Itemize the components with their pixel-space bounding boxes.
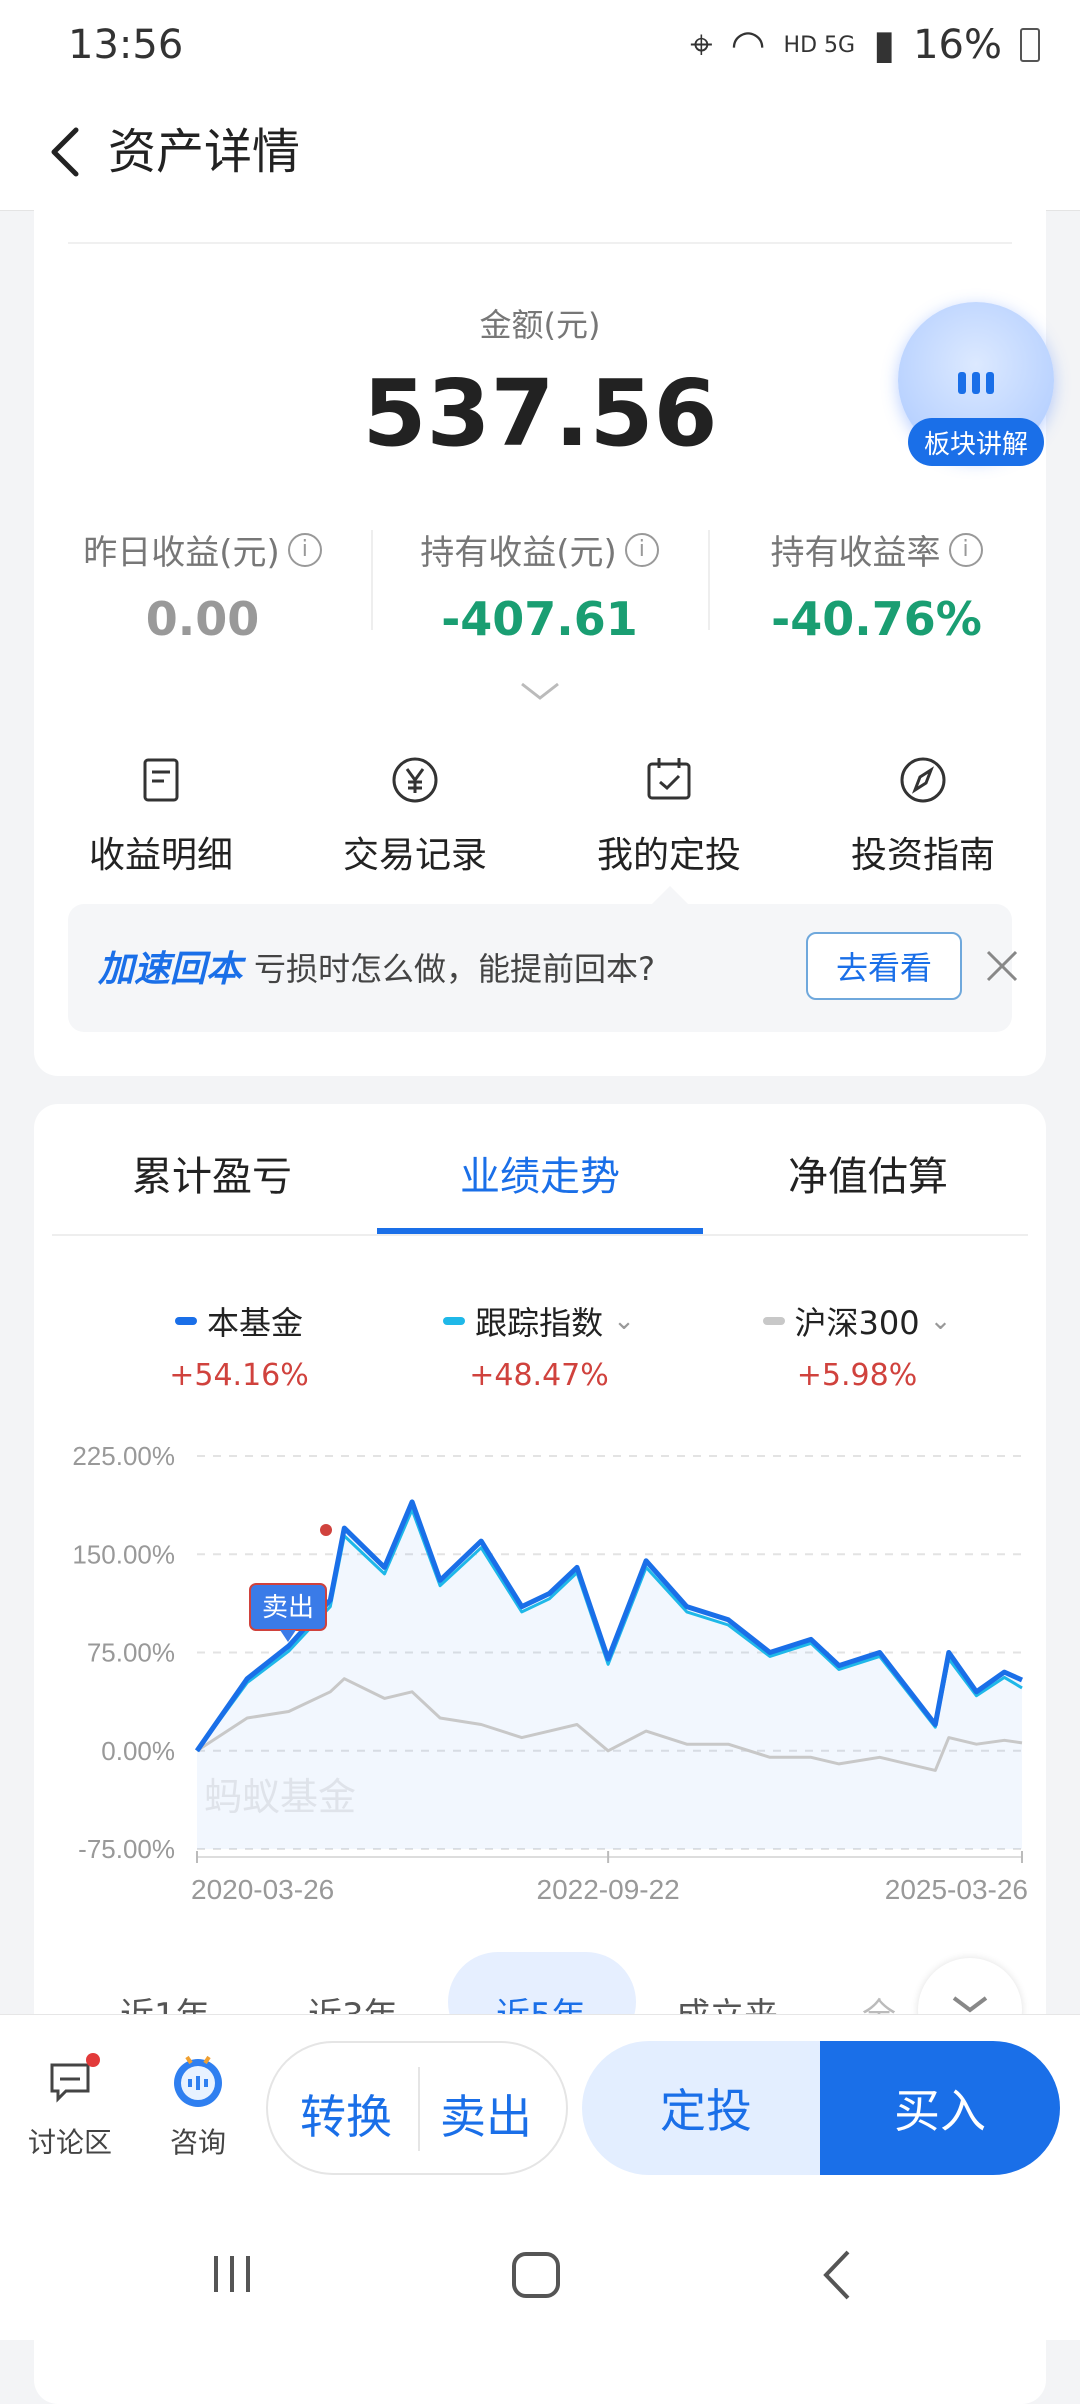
status-bar: 13:56 ⌖ ◠ HD 5G ▮ 16% xyxy=(0,0,1080,96)
signal-icon: ▮ xyxy=(873,22,896,68)
action-label: 我的定投 xyxy=(596,835,741,876)
stat-value: 0.00 xyxy=(145,592,260,646)
y-tick-label: 0.00% xyxy=(101,1736,175,1766)
page-title: 资产详情 xyxy=(108,124,301,180)
signal-text: HD 5G xyxy=(783,32,856,58)
stat-value: -407.61 xyxy=(441,592,638,646)
sell-marker-label: 卖出 xyxy=(262,1592,314,1622)
x-tick-label: 2020-03-26 xyxy=(191,1874,334,1905)
y-tick-label: 150.00% xyxy=(72,1539,175,1569)
convert-sell-group: 转换 卖出 xyxy=(266,2041,568,2175)
x-tick-label: 2022-09-22 xyxy=(537,1874,680,1905)
home-icon[interactable] xyxy=(510,2250,562,2300)
x-tick-label: 2025-03-26 xyxy=(885,1874,1028,1905)
amount-value: 537.56 xyxy=(362,360,718,467)
info-icon[interactable]: i xyxy=(624,532,659,567)
action-profit-detail[interactable]: 收益明细 xyxy=(34,750,288,878)
yuan-icon xyxy=(385,750,445,810)
action-trade-record[interactable]: 交易记录 xyxy=(288,750,542,878)
y-tick-label: 225.00% xyxy=(72,1441,175,1471)
period-tabs: 近1年 近3年 近5年 成立来 全 xyxy=(0,1940,1080,2020)
chevron-left-icon xyxy=(51,127,79,177)
battery-text: 16% xyxy=(913,22,1002,68)
buy-dot xyxy=(320,1524,332,1536)
chart-watermark: 蚂蚁基金 xyxy=(204,1777,356,1819)
sip-button[interactable]: 定投 xyxy=(582,2041,830,2175)
consult-label: 咨询 xyxy=(169,2126,226,2159)
action-my-sip[interactable]: 我的定投 xyxy=(542,750,796,878)
calendar-icon xyxy=(639,750,699,810)
action-label: 交易记录 xyxy=(342,835,487,876)
discussion-label: 讨论区 xyxy=(27,2126,112,2159)
consult-button[interactable]: 咨询 xyxy=(138,2049,258,2161)
banner-view-button[interactable]: 去看看 xyxy=(806,932,962,1000)
info-icon[interactable]: i xyxy=(948,532,983,567)
discussion-button[interactable]: 讨论区 xyxy=(10,2053,130,2161)
banner-brand: 加速回本 xyxy=(98,949,243,990)
audio-bars-icon xyxy=(958,372,994,394)
system-nav-bar xyxy=(0,2200,1080,2340)
chevron-down-icon[interactable] xyxy=(516,680,564,708)
amount-label: 金额(元) xyxy=(479,306,601,344)
stat-holding-rate[interactable]: 持有收益率 i -40.76% xyxy=(708,525,1045,646)
sell-button[interactable]: 卖出 xyxy=(440,2081,532,2147)
status-icons: ⌖ ◠ HD 5G ▮ 16% xyxy=(690,22,1040,68)
back-nav-icon[interactable] xyxy=(818,2248,858,2302)
wifi-icon: ◠ xyxy=(730,22,766,68)
divider xyxy=(68,242,1012,244)
action-invest-guide[interactable]: 投资指南 xyxy=(796,750,1050,878)
notification-dot xyxy=(86,2053,100,2067)
period-more-button[interactable] xyxy=(918,1958,1022,2020)
document-icon xyxy=(131,750,191,810)
battery-icon xyxy=(1020,28,1040,62)
status-time: 13:56 xyxy=(68,22,184,68)
stat-label: 持有收益(元) xyxy=(420,533,617,573)
chevron-down-icon xyxy=(952,1996,988,2013)
float-label[interactable]: 板块讲解 xyxy=(908,418,1044,466)
stat-holding-profit[interactable]: 持有收益(元) i -407.61 xyxy=(371,525,708,646)
bottom-action-bar: 讨论区 咨询 转换 卖出 定投 买入 xyxy=(0,2014,1080,2201)
stat-yesterday[interactable]: 昨日收益(元) i 0.00 xyxy=(34,525,371,646)
action-label: 收益明细 xyxy=(88,835,233,876)
info-icon[interactable]: i xyxy=(287,532,322,567)
y-tick-label: 75.00% xyxy=(87,1638,175,1668)
compass-icon xyxy=(893,750,953,810)
recovery-banner[interactable]: 加速回本 亏损时怎么做，能提前回本? 去看看 xyxy=(68,904,1018,1032)
action-label: 投资指南 xyxy=(850,835,995,876)
banner-notch xyxy=(652,886,688,904)
assistant-icon xyxy=(174,2055,222,2107)
buy-button[interactable]: 买入 xyxy=(820,2041,1060,2175)
nav-bar: 资产详情 xyxy=(0,96,1080,211)
y-tick-label: -75.00% xyxy=(78,1834,175,1864)
close-icon[interactable] xyxy=(974,938,1030,994)
stat-label: 持有收益率 xyxy=(770,533,941,573)
recent-apps-icon[interactable] xyxy=(208,2252,256,2296)
stat-label: 昨日收益(元) xyxy=(83,533,280,573)
convert-button[interactable]: 转换 xyxy=(300,2081,392,2147)
stat-value: -40.76% xyxy=(771,592,982,646)
performance-chart[interactable]: 225.00% 150.00% 75.00% 0.00% -75.00% 2020-03-… xyxy=(34,1104,1046,1924)
back-button[interactable] xyxy=(28,116,100,188)
banner-text: 亏损时怎么做，能提前回本? xyxy=(254,950,655,988)
summary-card: 金额(元) 537.56 昨日收益(元) i 0.00 持有收益(元) i -407… xyxy=(34,210,1046,1076)
location-icon: ⌖ xyxy=(690,22,713,68)
divider xyxy=(418,2067,420,2151)
